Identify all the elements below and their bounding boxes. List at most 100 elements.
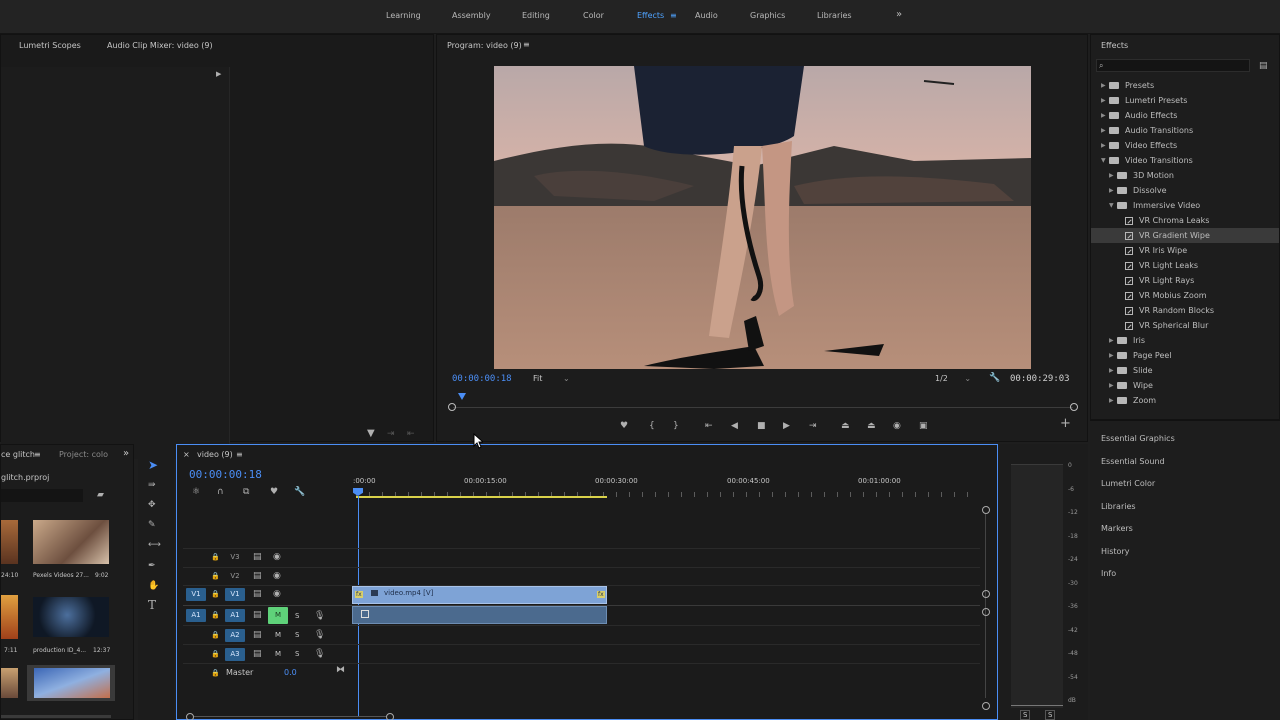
track-v3[interactable]: V3 [225, 551, 245, 564]
workspace-tab-learning[interactable]: Learning [386, 11, 421, 20]
effects-item[interactable]: VR Spherical Blur [1091, 318, 1279, 333]
track-v2[interactable]: V2 [225, 570, 245, 583]
effects-folder[interactable]: ▶ Lumetri Presets [1091, 93, 1279, 108]
nest-icon[interactable]: ⚛ [192, 487, 200, 497]
slip-tool-icon[interactable]: ⟷ [148, 540, 161, 550]
vertical-scroll-top[interactable] [982, 506, 990, 514]
chevron-right-icon[interactable]: ▶ [1109, 172, 1117, 179]
sync-lock-icon[interactable]: ▤ [253, 589, 262, 599]
solo-button-a2[interactable]: S [295, 631, 299, 639]
add-button-icon[interactable]: + [1060, 417, 1071, 430]
step-back-icon[interactable]: ◀ [731, 421, 738, 431]
lock-icon[interactable]: 🔒 [211, 630, 220, 640]
wrench-icon[interactable]: 🔧 [989, 373, 1000, 383]
step-forward-icon[interactable]: ▶ [783, 421, 790, 431]
effects-folder[interactable]: ▶ Audio Transitions [1091, 123, 1279, 138]
horizontal-scroll-start[interactable] [186, 713, 194, 720]
vertical-scroll-handle[interactable] [982, 608, 990, 616]
lock-icon[interactable]: 🔒 [211, 571, 220, 581]
track-v1[interactable]: V1 [225, 588, 245, 601]
program-title[interactable]: Program: video (9) [447, 41, 522, 50]
clip-thumbnail[interactable] [1, 668, 18, 698]
chevron-right-icon[interactable]: ▶ [1109, 352, 1117, 359]
microphone-icon[interactable]: 🎙 [314, 611, 325, 621]
horizontal-scrollbar[interactable] [194, 716, 386, 717]
chevron-right-icon[interactable]: ▶ [1109, 397, 1117, 404]
effects-folder[interactable]: ▶ Video Effects [1091, 138, 1279, 153]
microphone-icon[interactable]: 🎙 [314, 630, 325, 640]
effects-folder[interactable]: ▶ Presets [1091, 78, 1279, 93]
clip-thumbnail[interactable] [1, 520, 18, 564]
overwrite-icon[interactable]: ⇤ [407, 429, 415, 439]
video-clip[interactable]: fx video.mp4 [V] fx [352, 586, 607, 604]
timeline-timecode[interactable]: 00:00:00:18 [189, 468, 262, 481]
effects-item[interactable]: VR Random Blocks [1091, 303, 1279, 318]
audio-clip[interactable] [352, 606, 607, 624]
effects-folder[interactable]: ▶ Iris [1091, 333, 1279, 348]
effects-folder[interactable]: ▶ Audio Effects [1091, 108, 1279, 123]
chevron-right-icon[interactable]: ▶ [1101, 142, 1109, 149]
chevron-right-icon[interactable]: ▶ [1109, 367, 1117, 374]
sync-lock-icon[interactable]: ▤ [253, 571, 262, 581]
vertical-scrollbar[interactable] [985, 514, 986, 698]
filter-icon[interactable]: ▼ [367, 429, 375, 439]
effects-item[interactable]: VR Chroma Leaks [1091, 213, 1279, 228]
mark-out-icon[interactable]: } [673, 421, 679, 431]
go-to-in-icon[interactable]: ⇤ [705, 421, 713, 431]
lock-icon[interactable]: 🔒 [211, 668, 220, 678]
workspace-tab-audio[interactable]: Audio [695, 11, 718, 20]
track-a3[interactable]: A3 [225, 648, 245, 661]
track-a1[interactable]: A1 [225, 609, 245, 622]
resolution-dropdown[interactable]: 1/2 ⌄ [935, 374, 971, 383]
scrubber-start-handle[interactable] [448, 403, 456, 411]
tab-project-glitch[interactable]: ce glitch [1, 450, 35, 459]
master-volume[interactable]: 0.0 [284, 668, 297, 677]
clip-thumbnail[interactable] [1, 595, 18, 639]
tab-menu-icon[interactable]: ≡ [34, 450, 41, 459]
panel-essential-graphics[interactable]: Essential Graphics [1101, 434, 1175, 443]
type-tool-icon[interactable]: T [148, 599, 156, 611]
workspace-tab-color[interactable]: Color [583, 11, 604, 20]
add-marker-icon[interactable]: ♥ [270, 487, 278, 497]
compare-icon[interactable]: ▣ [919, 421, 928, 431]
solo-right-button[interactable]: S [1045, 710, 1056, 720]
effects-item[interactable]: VR Iris Wipe [1091, 243, 1279, 258]
lock-icon[interactable]: 🔒 [211, 552, 220, 562]
zoom-slider[interactable] [1, 715, 111, 718]
clip-thumbnail[interactable] [33, 520, 109, 564]
linked-selection-icon[interactable]: ⧉ [243, 487, 249, 497]
vertical-scroll-bottom[interactable] [982, 702, 990, 710]
solo-button-a1[interactable]: S [295, 612, 299, 620]
clip-thumbnail-selected[interactable] [27, 665, 115, 701]
chevron-down-icon[interactable]: ▼ [1109, 202, 1117, 209]
play-arrow-icon[interactable]: ▶ [216, 69, 221, 79]
stop-icon[interactable]: ■ [757, 421, 766, 431]
close-icon[interactable]: × [183, 450, 190, 459]
lock-icon[interactable]: 🔒 [211, 649, 220, 659]
chevron-right-icon[interactable]: ▶ [1109, 382, 1117, 389]
program-menu-icon[interactable]: ≡ [523, 40, 530, 49]
panel-info[interactable]: Info [1101, 569, 1116, 578]
tab-lumetri-scopes[interactable]: Lumetri Scopes [19, 41, 81, 50]
tab-project-color[interactable]: Project: colo [59, 450, 108, 459]
solo-left-button[interactable]: S [1020, 710, 1031, 720]
horizontal-scroll-end[interactable] [386, 713, 394, 720]
effects-folder[interactable]: ▶ Dissolve [1091, 183, 1279, 198]
new-bin-icon[interactable]: ▤ [1259, 61, 1268, 71]
microphone-icon[interactable]: 🎙 [314, 649, 325, 659]
workspaces-overflow-icon[interactable]: » [896, 9, 902, 20]
eye-icon[interactable]: ◉ [273, 589, 281, 599]
track-select-tool-icon[interactable]: ⇛ [148, 480, 156, 490]
ripple-edit-tool-icon[interactable]: ✥ [148, 500, 156, 510]
settings-wrench-icon[interactable]: 🔧 [294, 487, 305, 497]
go-to-out-icon[interactable]: ⇥ [809, 421, 817, 431]
insert-icon[interactable]: ⇥ [387, 429, 395, 439]
panel-lumetri-color[interactable]: Lumetri Color [1101, 479, 1155, 488]
effects-search-input[interactable]: ⌕ [1096, 59, 1250, 72]
sync-lock-icon[interactable]: ▤ [253, 630, 262, 640]
effects-item[interactable]: VR Mobius Zoom [1091, 288, 1279, 303]
panel-history[interactable]: History [1101, 547, 1129, 556]
eye-icon[interactable]: ◉ [273, 552, 281, 562]
panel-essential-sound[interactable]: Essential Sound [1101, 457, 1165, 466]
solo-button-a3[interactable]: S [295, 650, 299, 658]
